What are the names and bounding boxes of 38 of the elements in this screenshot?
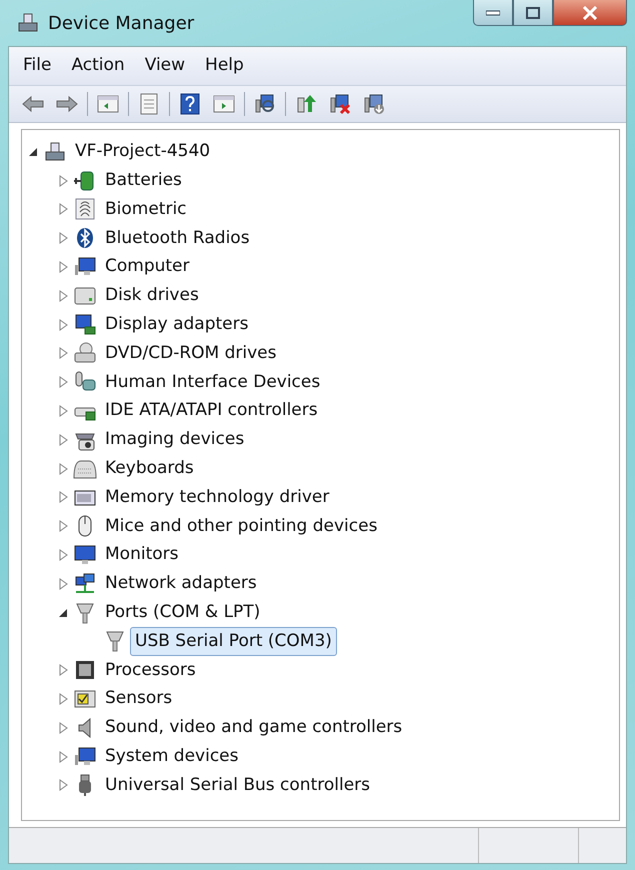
menu-item[interactable]: File [15, 51, 60, 80]
tree-item[interactable]: Monitors [100, 540, 184, 570]
network-computers-icon [73, 572, 97, 596]
maximize-icon [526, 6, 540, 18]
maximize-button[interactable] [513, 0, 553, 26]
tree-item[interactable]: Ports (COM & LPT) [100, 598, 266, 628]
tree-item[interactable]: USB Serial Port (COM3) [130, 626, 337, 656]
window-title: Device Manager [48, 12, 194, 36]
minimize-button[interactable] [473, 0, 513, 26]
tree-item[interactable]: Disk drives [100, 281, 204, 311]
tree-item[interactable]: Biometric [100, 194, 192, 224]
tree-item[interactable]: Display adapters [100, 310, 254, 340]
tree-item[interactable]: Keyboards [100, 454, 199, 484]
tree-item[interactable]: Human Interface Devices [100, 368, 326, 398]
menu-item[interactable]: Help [197, 51, 252, 80]
optical-drive-icon [73, 341, 97, 366]
fingerprint-icon [73, 197, 97, 222]
tree-item[interactable]: VF-Project-4540 [70, 137, 216, 167]
menu-item[interactable]: View [136, 51, 194, 80]
close-icon [582, 6, 598, 20]
menu-item[interactable]: Action [63, 51, 133, 80]
minimize-icon [486, 10, 500, 16]
tree-item[interactable]: System devices [100, 742, 244, 772]
tree-item[interactable]: Processors [100, 656, 201, 685]
tree-item[interactable]: Sound, video and game controllers [100, 713, 408, 743]
tree-item[interactable]: DVD/CD-ROM drives [100, 338, 282, 368]
tree-item[interactable]: Mice and other pointing devices [100, 512, 382, 542]
tree-item[interactable]: IDE ATA/ATAPI controllers [100, 396, 323, 426]
close-button[interactable] [553, 0, 627, 26]
tree-item[interactable]: Sensors [100, 684, 178, 714]
tree-item[interactable]: Universal Serial Bus controllers [100, 770, 376, 800]
tree-item[interactable]: Imaging devices [100, 425, 250, 455]
tree-item[interactable]: Network adapters [100, 569, 262, 599]
tree-item[interactable]: Memory technology driver [100, 482, 334, 512]
tree-item[interactable]: Computer [100, 252, 195, 282]
display-adapter-icon [73, 312, 97, 337]
tree-item[interactable]: Batteries [100, 166, 187, 196]
tree-item[interactable]: Bluetooth Radios [100, 224, 255, 254]
